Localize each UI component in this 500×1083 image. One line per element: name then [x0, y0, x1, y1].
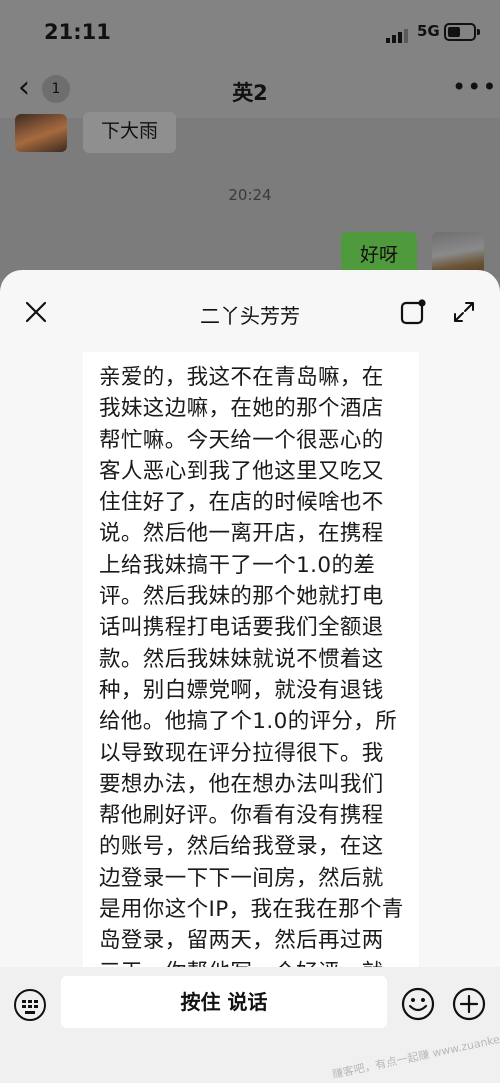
- float-window-icon[interactable]: [400, 299, 428, 325]
- keyboard-icon[interactable]: [14, 989, 46, 1021]
- status-time: 21:11: [44, 20, 111, 44]
- message-timestamp: 20:24: [228, 186, 272, 204]
- status-bar: 21:11 5G: [0, 0, 500, 60]
- transcript-text-box: 亲爱的，我这不在青岛嘛，在我妹这边嘛，在她的那个酒店帮忙嘛。今天给一个很恶心的客…: [83, 352, 419, 968]
- battery-icon: [444, 23, 480, 41]
- chat-header: ‹ 1 英2 •••: [0, 60, 500, 118]
- input-bar: 按住 说话: [0, 967, 500, 1083]
- emoji-icon[interactable]: [401, 987, 435, 1021]
- expand-icon[interactable]: [452, 300, 476, 324]
- chat-title: 英2: [232, 81, 268, 105]
- contact-avatar[interactable]: [15, 114, 67, 152]
- plus-icon[interactable]: [452, 987, 486, 1021]
- voice-to-text-sheet: 二丫头芳芳 亲爱的，我这不在青岛嘛，在我妹这边嘛，在她的那个酒店帮忙嘛。今天给一…: [0, 270, 500, 1083]
- transcript-text: 亲爱的，我这不在青岛嘛，在我妹这边嘛，在她的那个酒店帮忙嘛。今天给一个很恶心的客…: [99, 365, 404, 968]
- received-message[interactable]: 下大雨: [83, 112, 177, 153]
- more-icon[interactable]: •••: [452, 75, 497, 99]
- signal-icon: [386, 24, 410, 43]
- network-label: 5G: [417, 22, 440, 40]
- hold-to-talk-button[interactable]: 按住 说话: [61, 976, 387, 1028]
